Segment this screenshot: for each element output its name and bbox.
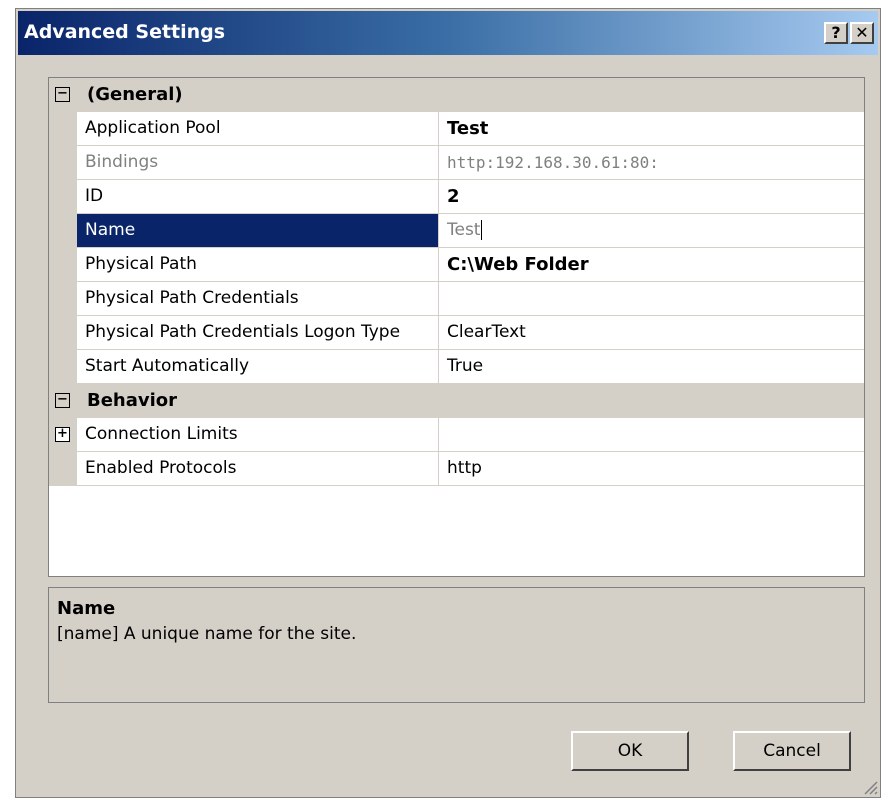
row-gutter [49,316,77,349]
text-cursor [481,220,483,240]
property-name: Physical Path [77,248,439,281]
advanced-settings-dialog: Advanced Settings ? ✕ − (General) Applic… [15,8,881,798]
property-row-id[interactable]: ID 2 [49,180,864,214]
collapse-icon[interactable]: − [55,393,70,408]
property-row-physical-path[interactable]: Physical Path C:\Web Folder [49,248,864,282]
cancel-button[interactable]: Cancel [733,731,851,771]
property-value[interactable] [440,418,864,451]
category-label: Behavior [87,390,178,411]
property-value-editor[interactable]: Test [440,214,864,247]
property-value[interactable]: http [440,452,864,485]
property-name: Start Automatically [77,350,439,383]
property-value[interactable]: Test [440,112,864,145]
property-value[interactable]: 2 [440,180,864,213]
description-panel: Name [name] A unique name for the site. [48,587,865,703]
property-row-connection-limits[interactable]: + Connection Limits [49,418,864,452]
category-general[interactable]: − (General) [49,78,864,112]
row-gutter [49,214,77,247]
property-value[interactable]: C:\Web Folder [440,248,864,281]
category-label: (General) [87,84,183,105]
help-button[interactable]: ? [824,22,848,44]
property-name: Enabled Protocols [77,452,439,485]
property-name: Application Pool [77,112,439,145]
property-row-application-pool[interactable]: Application Pool Test [49,112,864,146]
property-name: Bindings [77,146,439,179]
row-gutter [49,112,77,145]
property-value[interactable]: True [440,350,864,383]
resize-grip-icon[interactable] [860,777,878,795]
property-row-bindings[interactable]: Bindings http:192.168.30.61:80: [49,146,864,180]
property-row-start-automatically[interactable]: Start Automatically True [49,350,864,384]
description-text: [name] A unique name for the site. [57,624,357,644]
description-title: Name [57,598,116,619]
property-row-logon-type[interactable]: Physical Path Credentials Logon Type Cle… [49,316,864,350]
property-name: Connection Limits [77,418,439,451]
row-gutter [49,146,77,179]
window-title: Advanced Settings [24,21,226,43]
property-name: ID [77,180,439,213]
row-gutter [49,452,77,485]
property-row-physical-path-credentials[interactable]: Physical Path Credentials [49,282,864,316]
name-field-text[interactable]: Test [447,220,480,240]
row-gutter [49,180,77,213]
close-button[interactable]: ✕ [850,22,874,44]
property-name: Physical Path Credentials [77,282,439,315]
property-row-name[interactable]: Name Test [49,214,864,248]
title-bar[interactable]: Advanced Settings ? ✕ [18,11,878,55]
category-behavior[interactable]: − Behavior [49,384,864,418]
property-name: Physical Path Credentials Logon Type [77,316,439,349]
row-gutter [49,248,77,281]
ok-button[interactable]: OK [571,731,689,771]
property-name: Name [77,214,439,247]
expand-icon[interactable]: + [55,427,70,442]
row-gutter [49,350,77,383]
collapse-icon[interactable]: − [55,87,70,102]
property-row-enabled-protocols[interactable]: Enabled Protocols http [49,452,864,486]
property-grid: − (General) Application Pool Test Bindin… [48,77,865,577]
property-value[interactable]: ClearText [440,316,864,349]
property-value[interactable]: http:192.168.30.61:80: [440,146,864,179]
property-value[interactable] [440,282,864,315]
row-gutter [49,282,77,315]
